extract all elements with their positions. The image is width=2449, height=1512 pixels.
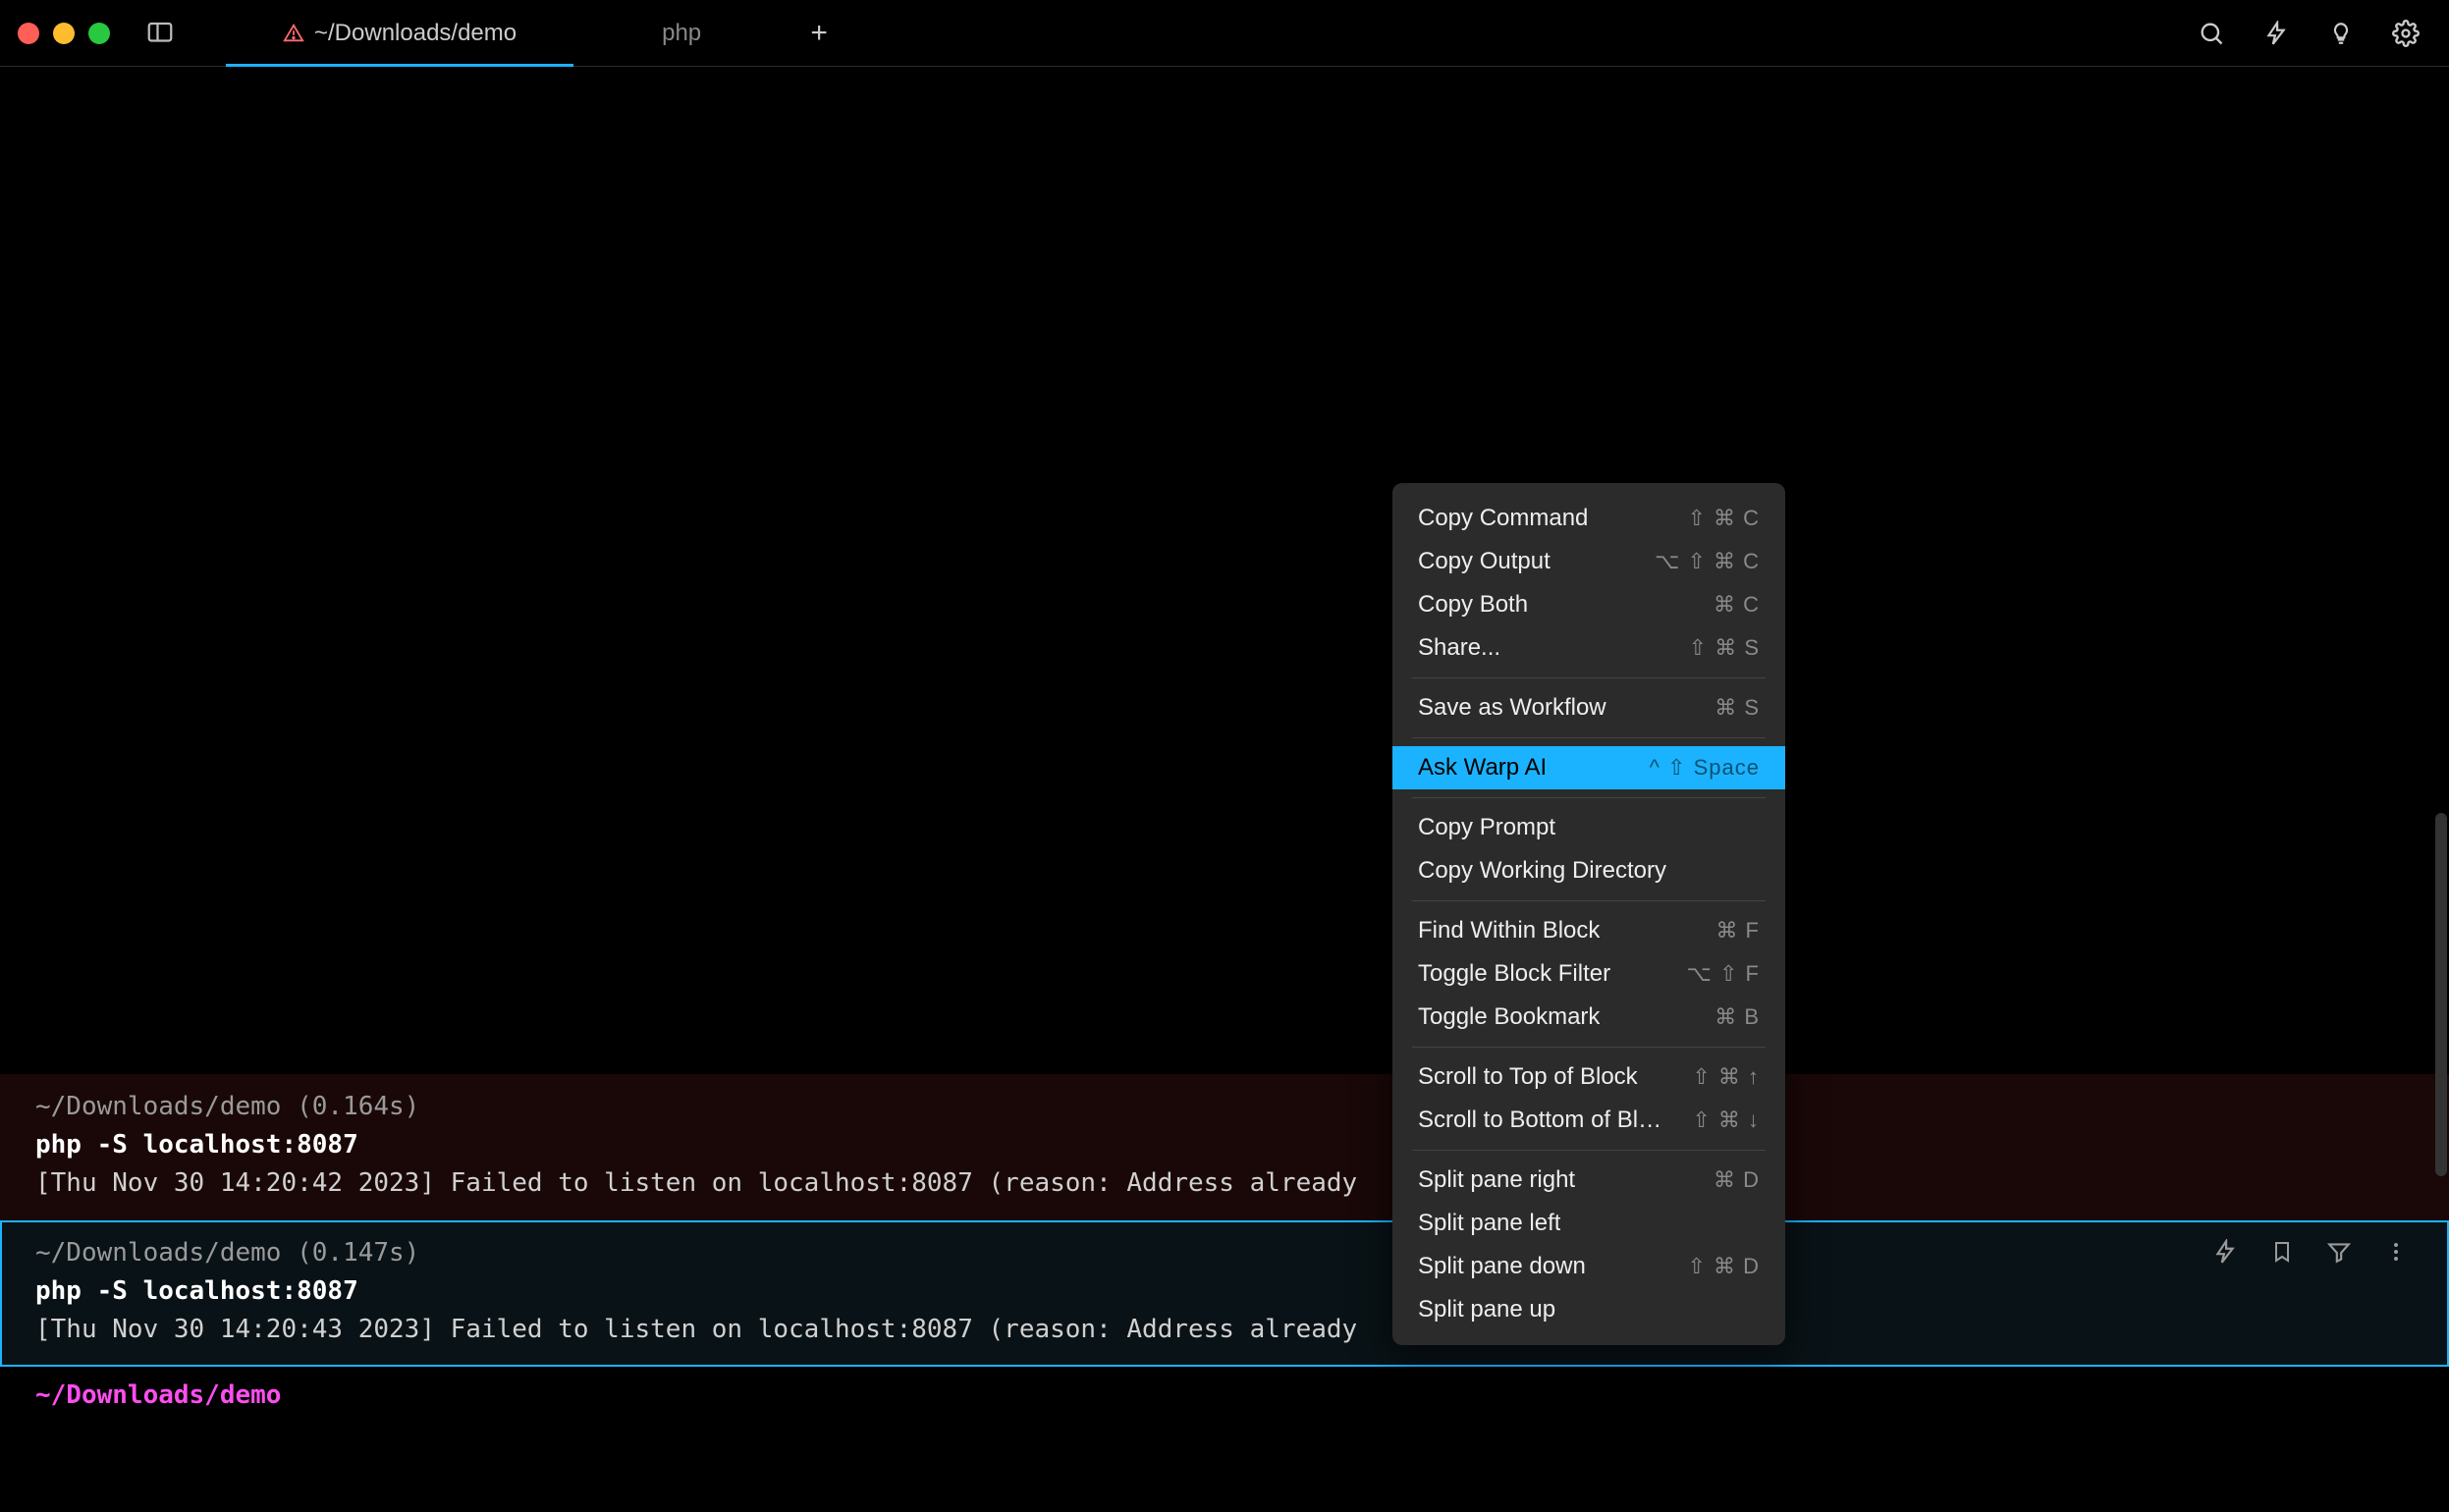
window-close-button[interactable]	[18, 23, 39, 44]
context-menu-item[interactable]: Copy Command ⇧ ⌘ C	[1392, 497, 1785, 540]
context-menu-item[interactable]: Copy Both ⌘ C	[1392, 583, 1785, 626]
context-menu-item-label: Toggle Bookmark	[1418, 1003, 1600, 1031]
context-menu-item[interactable]: Find Within Block ⌘ F	[1392, 909, 1785, 952]
search-icon[interactable]	[2196, 18, 2227, 49]
bolt-icon[interactable]	[2260, 18, 2292, 49]
more-icon[interactable]	[2382, 1238, 2410, 1266]
block-output: [Thu Nov 30 14:20:43 2023] Failed to lis…	[35, 1311, 2414, 1349]
window-zoom-button[interactable]	[88, 23, 110, 44]
context-menu-item-shortcut: ⇧ ⌘ ↓	[1692, 1107, 1760, 1133]
context-menu-item-label: Split pane right	[1418, 1166, 1575, 1194]
input-prompt[interactable]: ~/Downloads/demo	[0, 1367, 2449, 1424]
block-command: php -S localhost:8087	[35, 1126, 2414, 1164]
context-menu-item-shortcut: ⌥ ⇧ ⌘ C	[1655, 549, 1760, 574]
terminal-body[interactable]: ~/Downloads/demo (0.164s) php -S localho…	[0, 67, 2449, 1512]
context-menu-item-shortcut: ⌥ ⇧ F	[1687, 961, 1760, 987]
titlebar: ~/Downloads/demo php +	[0, 0, 2449, 67]
bolt-icon[interactable]	[2211, 1238, 2239, 1266]
context-menu-item-label: Copy Prompt	[1418, 814, 1555, 841]
context-menu-item-label: Split pane left	[1418, 1210, 1560, 1237]
window-minimize-button[interactable]	[53, 23, 75, 44]
context-menu-item-shortcut: ⌘ F	[1715, 918, 1760, 944]
tab-strip: ~/Downloads/demo php +	[226, 0, 848, 66]
scrollbar-thumb[interactable]	[2435, 813, 2447, 1176]
block-duration: (0.147s)	[297, 1238, 419, 1268]
context-menu-item-shortcut: ⌘ D	[1714, 1167, 1760, 1193]
context-menu-item[interactable]: Split pane left	[1392, 1202, 1785, 1245]
bookmark-icon[interactable]	[2268, 1238, 2296, 1266]
context-menu-item[interactable]: Split pane down ⇧ ⌘ D	[1392, 1245, 1785, 1288]
titlebar-actions	[2196, 18, 2431, 49]
tab-label: php	[662, 20, 701, 47]
block-duration: (0.164s)	[297, 1092, 419, 1121]
context-menu-item-shortcut: ⌘ B	[1714, 1004, 1760, 1030]
context-menu-item-label: Find Within Block	[1418, 917, 1600, 945]
context-menu-item[interactable]: Scroll to Top of Block ⇧ ⌘ ↑	[1392, 1055, 1785, 1099]
command-block[interactable]: ~/Downloads/demo (0.164s) php -S localho…	[0, 1074, 2449, 1220]
context-menu: Copy Command⇧ ⌘ CCopy Output⌥ ⇧ ⌘ CCopy …	[1392, 483, 1785, 1345]
block-path: ~/Downloads/demo	[35, 1092, 281, 1121]
context-menu-item[interactable]: Share... ⇧ ⌘ S	[1392, 626, 1785, 670]
terminal-window: ~/Downloads/demo php +	[0, 0, 2449, 1512]
context-menu-item-label: Copy Both	[1418, 591, 1528, 619]
context-menu-item[interactable]: Toggle Block Filter ⌥ ⇧ F	[1392, 952, 1785, 996]
context-menu-item-shortcut: ⌘ S	[1714, 695, 1760, 721]
context-menu-item-label: Copy Output	[1418, 548, 1551, 575]
context-menu-item[interactable]: Split pane right ⌘ D	[1392, 1159, 1785, 1202]
tab-label: ~/Downloads/demo	[314, 20, 517, 47]
context-menu-separator	[1412, 677, 1766, 678]
context-menu-item-label: Split pane up	[1418, 1296, 1555, 1323]
traffic-lights	[18, 23, 110, 44]
context-menu-item[interactable]: Copy Working Directory	[1392, 849, 1785, 892]
context-menu-separator	[1412, 900, 1766, 901]
context-menu-separator	[1412, 797, 1766, 798]
context-menu-item-shortcut: ⇧ ⌘ ↑	[1692, 1064, 1760, 1090]
context-menu-item-label: Copy Command	[1418, 505, 1588, 532]
context-menu-separator	[1412, 1150, 1766, 1151]
context-menu-item-label: Copy Working Directory	[1418, 857, 1666, 885]
context-menu-item[interactable]: Ask Warp AI ^ ⇧ Space	[1392, 746, 1785, 789]
context-menu-item[interactable]: Save as Workflow ⌘ S	[1392, 686, 1785, 729]
context-menu-item-shortcut: ⇧ ⌘ D	[1687, 1254, 1760, 1279]
context-menu-item-shortcut: ⌘ C	[1714, 592, 1760, 618]
context-menu-item[interactable]: Scroll to Bottom of Block ⇧ ⌘ ↓	[1392, 1099, 1785, 1142]
panels-icon[interactable]	[143, 17, 177, 50]
block-meta: ~/Downloads/demo (0.147s)	[35, 1234, 2414, 1272]
context-menu-item-label: Scroll to Bottom of Block	[1418, 1107, 1672, 1134]
context-menu-item-shortcut: ⇧ ⌘ S	[1689, 635, 1760, 661]
context-menu-item-shortcut: ^ ⇧ Space	[1650, 755, 1760, 781]
context-menu-item-label: Toggle Block Filter	[1418, 960, 1610, 988]
context-menu-item-shortcut: ⇧ ⌘ C	[1687, 506, 1760, 531]
blocks-container: ~/Downloads/demo (0.164s) php -S localho…	[0, 1074, 2449, 1512]
tab-1[interactable]: php	[573, 0, 789, 66]
block-meta: ~/Downloads/demo (0.164s)	[35, 1088, 2414, 1126]
context-menu-separator	[1412, 1047, 1766, 1048]
prompt-cwd: ~/Downloads/demo	[35, 1380, 281, 1410]
context-menu-item[interactable]: Split pane up	[1392, 1288, 1785, 1331]
context-menu-item[interactable]: Copy Prompt	[1392, 806, 1785, 849]
context-menu-separator	[1412, 737, 1766, 738]
context-menu-item[interactable]: Copy Output ⌥ ⇧ ⌘ C	[1392, 540, 1785, 583]
context-menu-item-label: Share...	[1418, 634, 1500, 662]
new-tab-button[interactable]: +	[789, 0, 848, 66]
warning-icon	[283, 23, 304, 44]
context-menu-item-label: Split pane down	[1418, 1253, 1586, 1280]
block-path: ~/Downloads/demo	[35, 1238, 281, 1268]
lightbulb-icon[interactable]	[2325, 18, 2357, 49]
gear-icon[interactable]	[2390, 18, 2422, 49]
context-menu-item[interactable]: Toggle Bookmark ⌘ B	[1392, 996, 1785, 1039]
context-menu-item-label: Ask Warp AI	[1418, 754, 1547, 782]
plus-icon: +	[810, 17, 828, 50]
tab-0[interactable]: ~/Downloads/demo	[226, 0, 573, 66]
block-output: [Thu Nov 30 14:20:42 2023] Failed to lis…	[35, 1164, 2414, 1203]
filter-icon[interactable]	[2325, 1238, 2353, 1266]
context-menu-item-label: Scroll to Top of Block	[1418, 1063, 1638, 1091]
spacer	[0, 1424, 2449, 1512]
block-actions	[2211, 1238, 2410, 1266]
context-menu-item-label: Save as Workflow	[1418, 694, 1606, 722]
block-command: php -S localhost:8087	[35, 1272, 2414, 1311]
command-block[interactable]: ~/Downloads/demo (0.147s) php -S localho…	[0, 1220, 2449, 1367]
